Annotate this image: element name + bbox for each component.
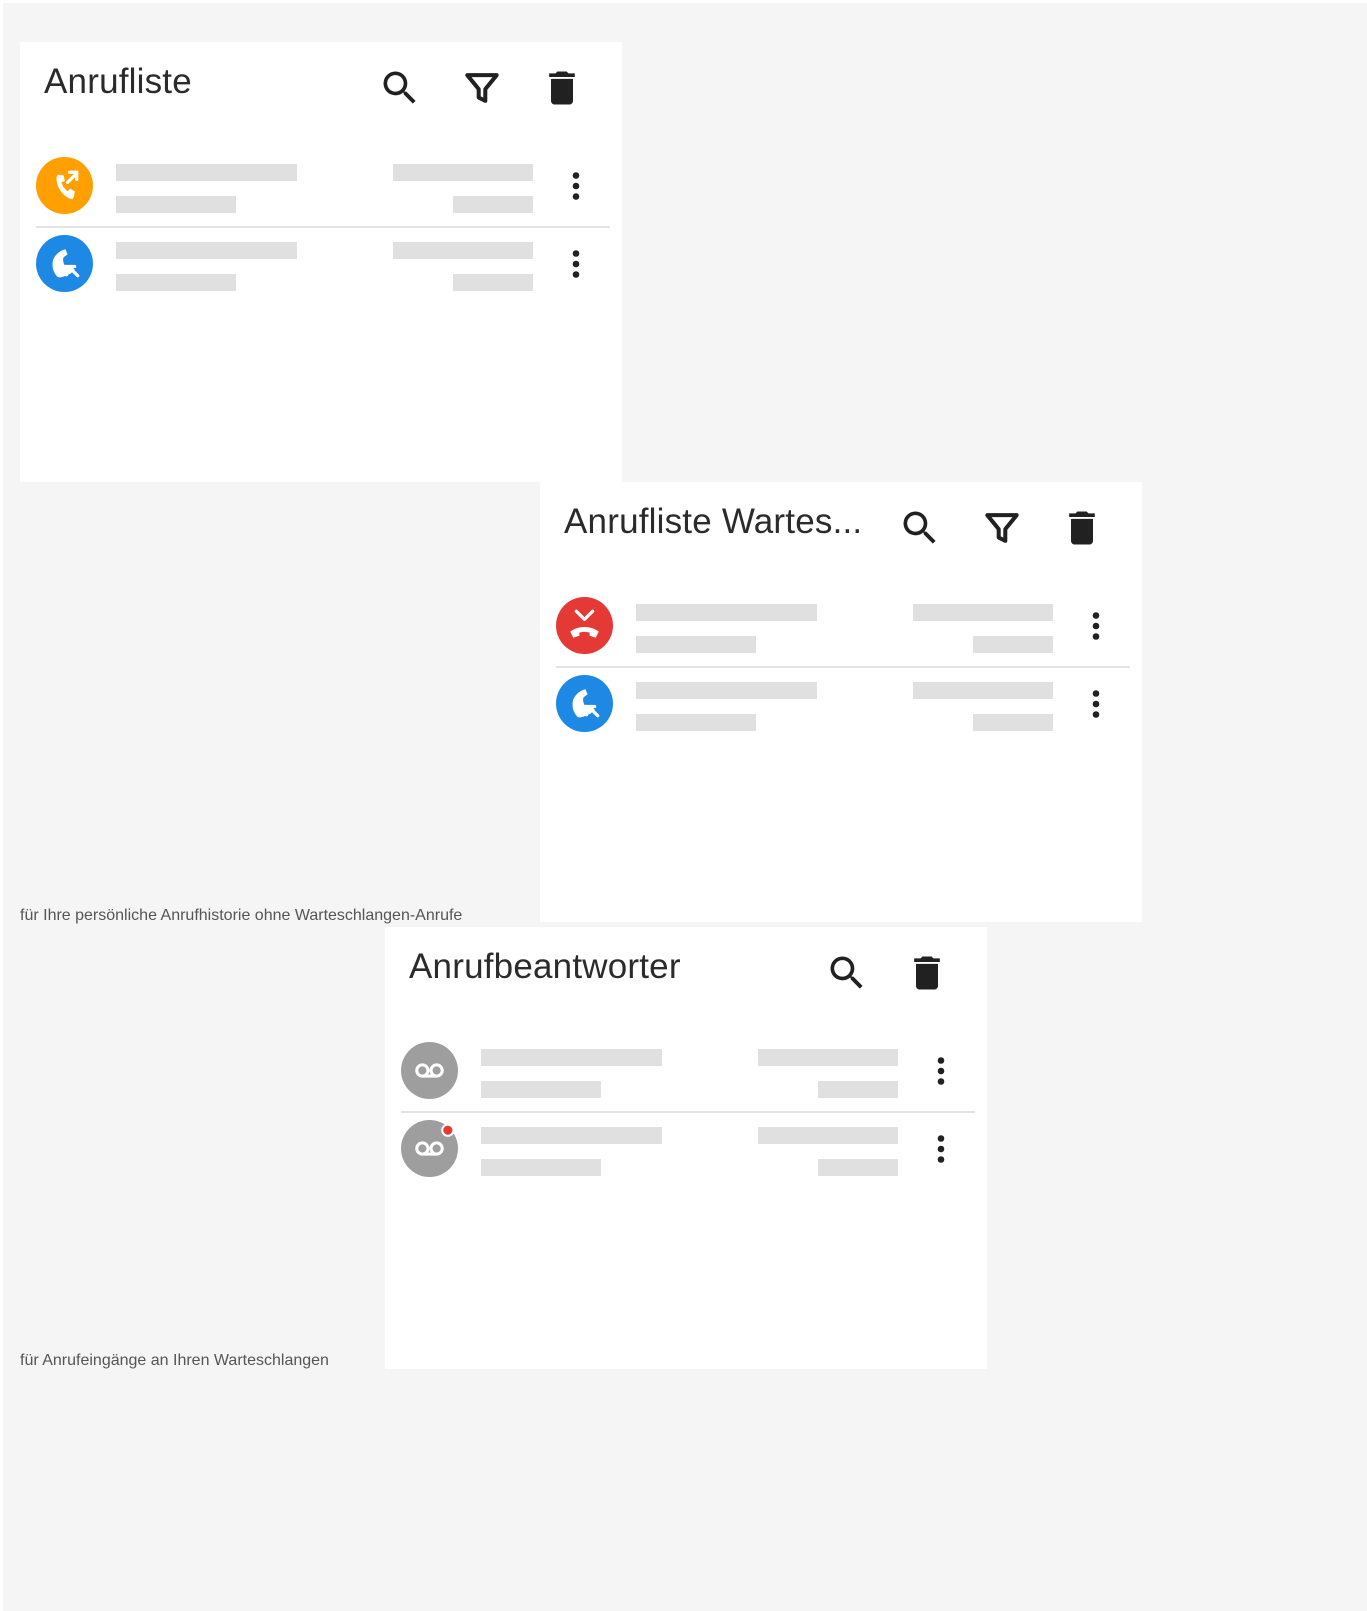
caption-personal: für Ihre persönliche Anrufhistorie ohne … bbox=[20, 907, 463, 924]
call-list-row[interactable] bbox=[556, 672, 1130, 750]
incoming-call-icon bbox=[36, 235, 93, 292]
panel-title: Anrufbeantworter bbox=[409, 947, 681, 986]
call-duration-placeholder bbox=[973, 636, 1053, 653]
message-duration-placeholder bbox=[818, 1159, 898, 1176]
caller-number-placeholder bbox=[636, 714, 756, 731]
search-icon[interactable] bbox=[378, 66, 422, 110]
panel-title: Anrufliste bbox=[44, 62, 192, 101]
call-date-placeholder bbox=[913, 604, 1053, 621]
unread-badge bbox=[441, 1123, 455, 1137]
caption-queues: für Anrufeingänge an Ihren Warteschlange… bbox=[20, 1352, 329, 1369]
call-date-placeholder bbox=[393, 242, 533, 259]
call-list-row[interactable] bbox=[36, 154, 610, 232]
call-duration-placeholder bbox=[973, 714, 1053, 731]
voicemail-row[interactable] bbox=[401, 1039, 975, 1117]
message-duration-placeholder bbox=[818, 1081, 898, 1098]
search-icon[interactable] bbox=[898, 506, 942, 550]
call-date-placeholder bbox=[913, 682, 1053, 699]
voicemail-icon bbox=[401, 1120, 458, 1177]
call-duration-placeholder bbox=[453, 196, 533, 213]
delete-icon[interactable] bbox=[1060, 506, 1104, 550]
caller-number-placeholder bbox=[481, 1081, 601, 1098]
call-list-row[interactable] bbox=[556, 594, 1130, 672]
queue-call-list-panel: Anrufliste Wartes... bbox=[540, 482, 1142, 922]
filter-icon[interactable] bbox=[980, 506, 1024, 550]
caller-name-placeholder bbox=[481, 1049, 662, 1066]
more-options-icon[interactable] bbox=[1078, 606, 1114, 646]
row-divider bbox=[556, 666, 1130, 668]
voicemail-row[interactable] bbox=[401, 1117, 975, 1195]
caller-number-placeholder bbox=[116, 274, 236, 291]
voicemail-panel: Anrufbeantworter bbox=[385, 927, 987, 1369]
caller-number-placeholder bbox=[636, 636, 756, 653]
caller-name-placeholder bbox=[116, 164, 297, 181]
missed-call-icon bbox=[556, 597, 613, 654]
call-duration-placeholder bbox=[453, 274, 533, 291]
call-list-panel: Anrufliste bbox=[20, 42, 622, 482]
delete-icon[interactable] bbox=[540, 66, 584, 110]
row-divider bbox=[401, 1111, 975, 1113]
outgoing-call-icon bbox=[36, 157, 93, 214]
more-options-icon[interactable] bbox=[923, 1051, 959, 1091]
more-options-icon[interactable] bbox=[558, 166, 594, 206]
row-divider bbox=[36, 226, 610, 228]
caller-name-placeholder bbox=[636, 604, 817, 621]
filter-icon[interactable] bbox=[460, 66, 504, 110]
more-options-icon[interactable] bbox=[1078, 684, 1114, 724]
caller-name-placeholder bbox=[481, 1127, 662, 1144]
message-date-placeholder bbox=[758, 1127, 898, 1144]
caller-name-placeholder bbox=[116, 242, 297, 259]
search-icon[interactable] bbox=[825, 951, 869, 995]
call-list-row[interactable] bbox=[36, 232, 610, 310]
caller-name-placeholder bbox=[636, 682, 817, 699]
delete-icon[interactable] bbox=[905, 951, 949, 995]
incoming-call-icon bbox=[556, 675, 613, 732]
caller-number-placeholder bbox=[481, 1159, 601, 1176]
message-date-placeholder bbox=[758, 1049, 898, 1066]
more-options-icon[interactable] bbox=[558, 244, 594, 284]
more-options-icon[interactable] bbox=[923, 1129, 959, 1169]
voicemail-icon bbox=[401, 1042, 458, 1099]
call-date-placeholder bbox=[393, 164, 533, 181]
caller-number-placeholder bbox=[116, 196, 236, 213]
panel-title: Anrufliste Wartes... bbox=[564, 502, 863, 541]
